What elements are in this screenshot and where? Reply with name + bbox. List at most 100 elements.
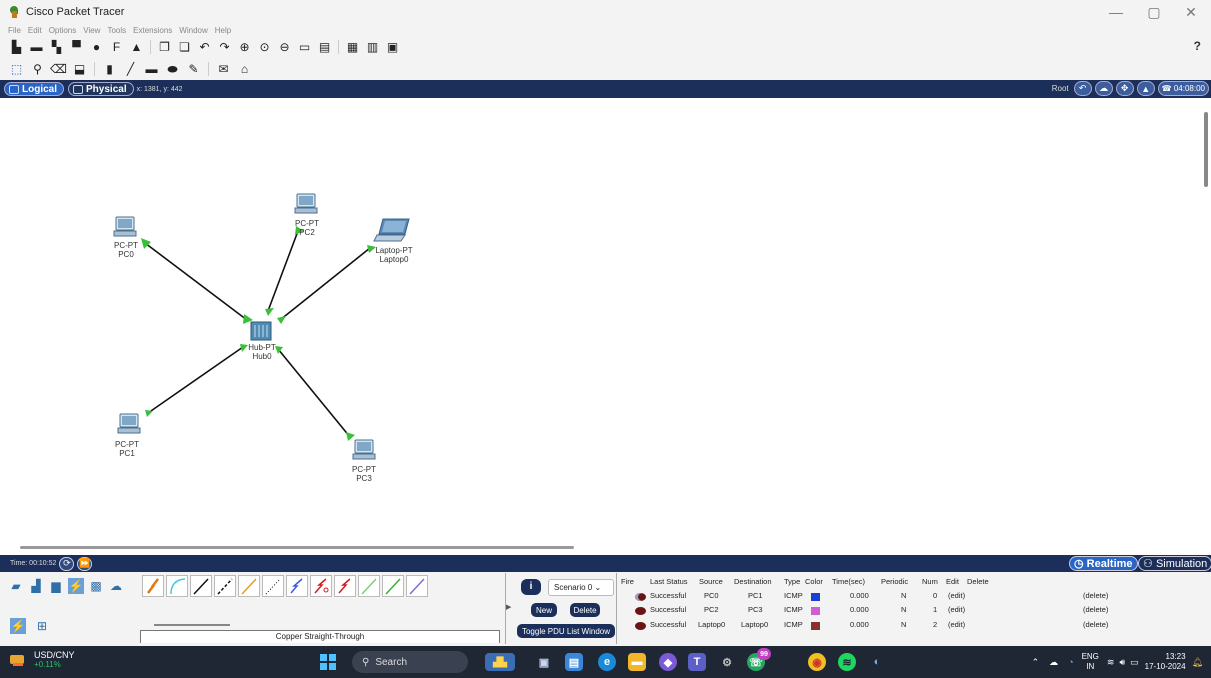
link-pc2-hub0[interactable]	[267, 230, 299, 312]
components-icon[interactable]: ▆	[48, 578, 64, 594]
minimize-button[interactable]: —	[1101, 4, 1131, 20]
pdu-delete-link[interactable]: (delete)	[1083, 591, 1108, 600]
device-label-pc2[interactable]: PC-PT PC2	[277, 219, 337, 237]
link-pc1-hub0[interactable]	[147, 346, 244, 414]
delete-scenario-button[interactable]: Delete	[570, 603, 600, 617]
draw-ellipse-icon[interactable]: ⬬	[166, 63, 179, 76]
hub0-icon[interactable]	[250, 321, 272, 341]
toggle-pdu-list-button[interactable]: Toggle PDU List Window	[517, 624, 615, 638]
serial-dce-icon[interactable]	[310, 575, 332, 597]
end-devices-icon[interactable]: ▟	[28, 578, 44, 594]
menu-options[interactable]: Options	[49, 26, 77, 35]
network-devices-icon[interactable]: ▰	[8, 578, 24, 594]
connections-subcategory-icon[interactable]: ⚡	[10, 618, 26, 634]
new-scenario-button[interactable]: New	[531, 603, 557, 617]
realtime-mode-button[interactable]: ◷ Realtime	[1069, 556, 1138, 571]
viewport-icon[interactable]: ▣	[386, 41, 399, 54]
show-hidden-icons-chevron-icon[interactable]: ⌃	[1032, 657, 1040, 668]
save-icon[interactable]: ▚	[50, 41, 63, 54]
store-app-icon[interactable]: ▤	[565, 653, 583, 671]
menu-extensions[interactable]: Extensions	[133, 26, 172, 35]
spotify-app-icon[interactable]: ≋	[838, 653, 856, 671]
menu-window[interactable]: Window	[179, 26, 207, 35]
location-icon[interactable]: ◔	[1068, 657, 1073, 667]
link-pc3-hub0[interactable]	[277, 348, 351, 438]
link-laptop0-hub0[interactable]	[279, 247, 371, 321]
select-icon[interactable]: ⬚	[10, 63, 23, 76]
add-complex-pdu-icon[interactable]: ⌂	[238, 63, 251, 76]
undo-icon[interactable]: ↶	[198, 41, 211, 54]
octal-cable-icon[interactable]	[358, 575, 380, 597]
menu-edit[interactable]: Edit	[28, 26, 42, 35]
multiuser-icon[interactable]: ☁	[108, 578, 124, 594]
device-label-pc3[interactable]: PC-PT PC3	[334, 465, 394, 483]
battery-icon[interactable]: ▭	[1130, 657, 1139, 668]
device-label-hub0[interactable]: Hub-PT Hub0	[232, 343, 292, 361]
menu-view[interactable]: View	[83, 26, 100, 35]
menu-tools[interactable]: Tools	[107, 26, 126, 35]
draw-rectangle-icon[interactable]: ▬	[145, 63, 158, 76]
serial-dte-icon[interactable]	[334, 575, 356, 597]
copilot-app-icon[interactable]: ◆	[659, 653, 677, 671]
custom-device-dialog-icon[interactable]: ▤	[318, 41, 331, 54]
logical-workspace[interactable]: PC-PT PC0 PC-PT PC2 Laptop-PT Laptop0 Hu…	[0, 98, 1211, 553]
print-icon[interactable]: ▀	[70, 41, 83, 54]
add-simple-pdu-icon[interactable]: ✉	[217, 63, 230, 76]
inspect-icon[interactable]: ⚲	[31, 63, 44, 76]
task-view-icon[interactable]: ▣	[535, 653, 553, 671]
drawing-palette-icon[interactable]: ▭	[298, 41, 311, 54]
simulation-mode-button[interactable]: ⚇ Simulation	[1138, 556, 1211, 571]
automatic-cable-icon[interactable]	[142, 575, 164, 597]
help-button[interactable]: ?	[1194, 39, 1201, 53]
fire-indicator-icon[interactable]	[635, 607, 646, 615]
menu-file[interactable]: File	[8, 26, 21, 35]
structured-cabling-icon[interactable]: ⊞	[34, 618, 50, 634]
maximize-button[interactable]: ▢	[1139, 4, 1169, 21]
device-label-pc0[interactable]: PC-PT PC0	[96, 241, 156, 259]
tab-physical[interactable]: Physical	[68, 82, 134, 96]
copper-cross-over-icon[interactable]	[214, 575, 236, 597]
expand-arrow-icon[interactable]: ▶	[506, 603, 511, 611]
set-background-icon[interactable]: ▲	[1136, 81, 1155, 96]
draw-line-icon[interactable]: ╱	[124, 63, 137, 76]
chrome-browser-icon[interactable]: ◉	[808, 653, 826, 671]
misc-icon[interactable]: ▩	[88, 578, 104, 594]
fire-indicator-icon[interactable]	[635, 593, 646, 601]
activity-wizard-icon[interactable]: ●	[90, 41, 103, 54]
windows-start-icon[interactable]	[320, 654, 336, 670]
freeform-icon[interactable]: ✎	[187, 63, 200, 76]
notes-icon[interactable]: ▦	[346, 41, 359, 54]
device-label-pc1[interactable]: PC-PT PC1	[97, 440, 157, 458]
network-info-icon[interactable]: F	[110, 41, 123, 54]
vertical-scrollbar[interactable]	[1204, 112, 1208, 187]
viewport-clock[interactable]: ☎ 04:08:00	[1157, 81, 1209, 96]
fire-indicator-icon[interactable]	[635, 622, 646, 630]
device-list-icon[interactable]: ▥	[366, 41, 379, 54]
packet-tracer-taskbar-icon[interactable]: ◐	[868, 653, 886, 671]
cable-scroll-slider[interactable]	[154, 624, 230, 626]
device-label-laptop0[interactable]: Laptop-PT Laptop0	[364, 246, 424, 264]
taskbar-search-box[interactable]: ⚲ Search	[352, 651, 468, 673]
wifi-icon[interactable]: ≋	[1107, 657, 1115, 668]
redo-icon[interactable]: ↷	[218, 41, 231, 54]
power-cycle-icon[interactable]: ⟳	[59, 556, 75, 571]
close-button[interactable]: ✕	[1176, 4, 1206, 21]
tab-logical[interactable]: Logical	[4, 82, 65, 96]
pdu-edit-link[interactable]: (edit)	[948, 591, 965, 600]
zoom-in-icon[interactable]: ⊕	[238, 41, 251, 54]
pc0-icon[interactable]	[113, 216, 137, 237]
link-pc0-hub0[interactable]	[144, 242, 248, 321]
scenario-select[interactable]: Scenario 0 ⌄	[548, 579, 614, 596]
laptop0-icon[interactable]	[373, 218, 410, 242]
custom-device-icon[interactable]: ▲	[130, 41, 143, 54]
widgets-app-icon[interactable]: ▟▙	[485, 653, 515, 671]
move-object-icon[interactable]: ✥	[1115, 81, 1134, 96]
settings-gear-icon[interactable]: ⚙	[718, 653, 736, 671]
open-folder-icon[interactable]: ▬	[30, 41, 43, 54]
place-note-icon[interactable]: ▮	[103, 63, 116, 76]
cluster-icon[interactable]: ☁	[1094, 81, 1113, 96]
fast-forward-icon[interactable]: ⏩	[77, 556, 93, 571]
iot-custom-cable-icon[interactable]	[382, 575, 404, 597]
paste-icon[interactable]: ❏	[178, 41, 191, 54]
info-icon[interactable]: i	[521, 579, 541, 595]
